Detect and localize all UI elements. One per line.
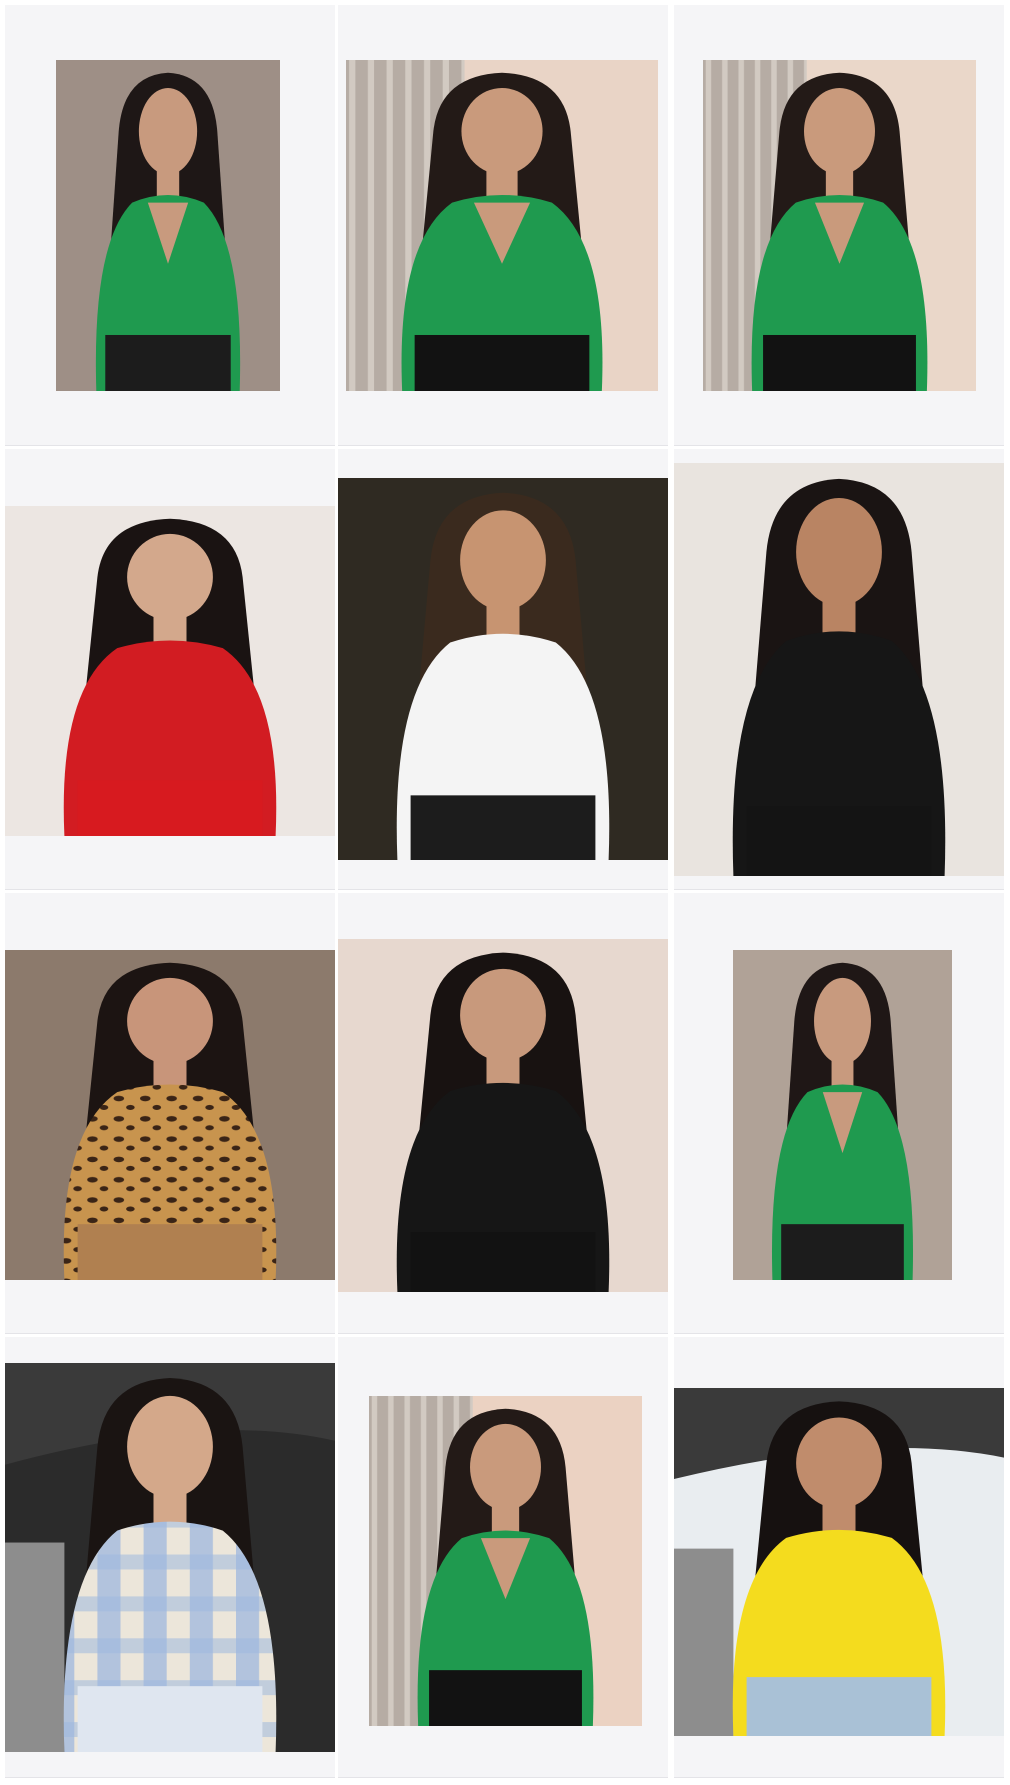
photo-cell[interactable] [5,5,335,446]
photo-11-green-bodysuit-hand-hip[interactable] [369,1396,642,1726]
photo-cell[interactable] [674,1337,1004,1778]
photo-1-green-bodysuit-closeup[interactable] [56,60,280,391]
photo-7-leopard-blouse[interactable] [5,950,335,1280]
photo-5-white-tee[interactable] [338,478,668,860]
photo-3-green-bodysuit-curtain[interactable] [703,60,976,391]
photo-cell[interactable] [674,449,1004,890]
photo-12-yellow-blouse-car[interactable] [674,1388,1004,1736]
photo-2-green-bodysuit-curtain[interactable] [346,60,658,391]
photo-cell[interactable] [338,5,668,446]
photo-6-black-cutout-top[interactable] [674,463,1004,876]
photo-cell[interactable] [674,893,1004,1334]
photo-cell[interactable] [5,449,335,890]
photo-9-green-bodysuit-standing[interactable] [733,950,952,1280]
photo-4-red-satin-top[interactable] [5,506,335,836]
photo-cell[interactable] [674,5,1004,446]
photo-10-plaid-jacket-car[interactable] [5,1363,335,1752]
photo-cell[interactable] [338,449,668,890]
photo-cell[interactable] [5,893,335,1334]
photo-cell[interactable] [338,1337,668,1778]
photo-cell[interactable] [5,1337,335,1778]
photo-grid [0,0,1010,1785]
photo-8-black-one-shoulder[interactable] [338,939,668,1292]
photo-cell[interactable] [338,893,668,1334]
